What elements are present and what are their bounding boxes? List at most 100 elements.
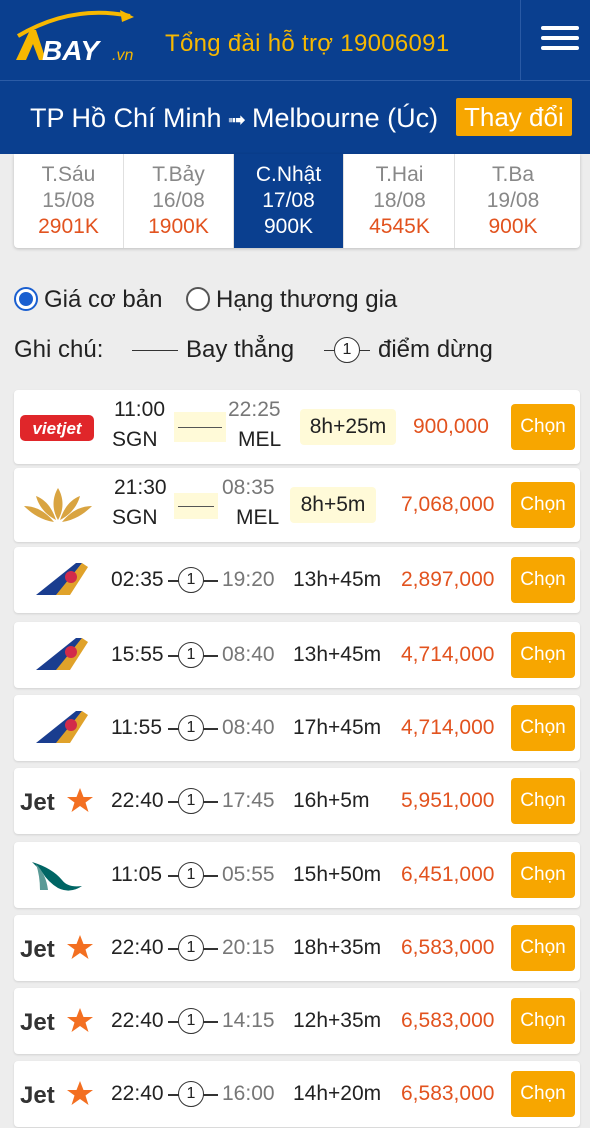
departure-time: 22:40 <box>111 1082 164 1105</box>
departure-time: 22:40 <box>111 789 164 812</box>
price: 6,583,000 <box>401 1009 495 1032</box>
svg-text:BAY: BAY <box>42 35 101 66</box>
arrow-right-icon: ➟ <box>227 107 247 132</box>
select-flight-button[interactable]: Chọn <box>511 1071 575 1117</box>
arrival-time: 19:20 <box>222 568 275 591</box>
svg-text:Jet: Jet <box>20 1009 55 1036</box>
date-tab-date: 16/08 <box>152 189 205 212</box>
cathay-pacific-logo <box>18 850 98 900</box>
radio-business-fare[interactable] <box>186 287 210 311</box>
price: 7,068,000 <box>401 493 495 516</box>
legend-direct: Bay thẳng <box>186 336 295 363</box>
route-text: TP Hồ Chí Minh ➟ Melbourne (Úc) <box>30 103 438 134</box>
duration: 8h+25m <box>300 409 396 445</box>
select-flight-button[interactable]: Chọn <box>511 482 575 528</box>
flight-row[interactable]: Jet 22:40 1 16:00 14h+20m 6,583,000 Chọn <box>14 1061 580 1127</box>
fare-options: Giá cơ bản Hạng thương gia <box>14 284 574 318</box>
select-flight-button[interactable]: Chọn <box>511 404 575 450</box>
select-flight-button[interactable]: Chọn <box>511 778 575 824</box>
flight-row[interactable]: 02:35 1 19:20 13h+45m 2,897,000 Chọn <box>14 547 580 613</box>
hamburger-icon[interactable] <box>520 0 590 80</box>
duration: 15h+50m <box>293 863 382 886</box>
route-destination: Melbourne (Úc) <box>252 103 439 133</box>
arrival-time: 08:35 <box>222 476 275 499</box>
stop-icon: 1 <box>168 788 218 814</box>
stop-icon: 1 <box>168 567 218 593</box>
flight-row[interactable]: 21:30 SGN 08:35 MEL 8h+5m 7,068,000 Chọn <box>14 468 580 542</box>
select-flight-button[interactable]: Chọn <box>511 632 575 678</box>
duration: 18h+35m <box>293 936 382 959</box>
legend-stop: điểm dừng <box>378 336 493 363</box>
select-flight-button[interactable]: Chọn <box>511 557 575 603</box>
flight-row[interactable]: 11:55 1 08:40 17h+45m 4,714,000 Chọn <box>14 695 580 761</box>
price: 4,714,000 <box>401 643 495 666</box>
departure-time: 11:05 <box>111 863 162 886</box>
stop-icon: 1 <box>168 862 218 888</box>
stop-icon: 1 <box>168 935 218 961</box>
price: 4,714,000 <box>401 716 495 739</box>
arrival-time: 08:40 <box>222 716 275 739</box>
abay-logo[interactable]: BAY .vn <box>12 8 142 66</box>
select-flight-button[interactable]: Chọn <box>511 852 575 898</box>
date-tab[interactable]: T.Ba 19/08 900K <box>455 154 571 248</box>
date-tab-price: 900K <box>263 215 314 238</box>
date-tab-price: 4545K <box>369 215 430 238</box>
china-airlines-logo <box>18 555 98 605</box>
date-tab[interactable]: C.Nhật 17/08 900K <box>234 154 344 248</box>
date-tab[interactable]: T.Bảy 16/08 1900K <box>124 154 234 248</box>
arrival-time: 20:15 <box>222 936 275 959</box>
duration: 12h+35m <box>293 1009 382 1032</box>
jetstar-logo: Jet <box>18 1069 98 1119</box>
date-tab[interactable]: T.Hai 18/08 4545K <box>345 154 455 248</box>
jetstar-logo: Jet <box>18 776 98 826</box>
direct-line-icon <box>174 412 226 442</box>
date-tab-day: T.Hai <box>375 163 424 186</box>
duration: 13h+45m <box>293 568 382 591</box>
select-flight-button[interactable]: Chọn <box>511 998 575 1044</box>
flight-row[interactable]: 15:55 1 08:40 13h+45m 4,714,000 Chọn <box>14 622 580 688</box>
departure-time: 11:55 <box>111 716 162 739</box>
price: 2,897,000 <box>401 568 495 591</box>
duration: 16h+5m <box>293 789 370 812</box>
flight-row[interactable]: Jet 22:40 1 14:15 12h+35m 6,583,000 Chọn <box>14 988 580 1054</box>
flight-row[interactable]: 11:05 1 05:55 15h+50m 6,451,000 Chọn <box>14 842 580 908</box>
price: 5,951,000 <box>401 789 495 812</box>
stop-icon: 1 <box>324 335 370 363</box>
price: 900,000 <box>413 415 489 438</box>
basic-fare-label[interactable]: Giá cơ bản <box>44 286 162 314</box>
direct-line-icon <box>174 493 218 519</box>
arrival-time: 05:55 <box>222 863 275 886</box>
select-flight-button[interactable]: Chọn <box>511 705 575 751</box>
departure-time: 22:40 <box>111 936 164 959</box>
stop-icon: 1 <box>168 715 218 741</box>
date-selector: T.Sáu 15/08 2901K T.Bảy 16/08 1900K C.Nhật 17/0… <box>14 154 580 248</box>
svg-text:.vn: .vn <box>112 47 133 64</box>
hotline-text[interactable]: Tổng đài hỗ trợ 19006091 <box>165 30 449 58</box>
svg-text:Jet: Jet <box>20 936 55 963</box>
date-tab-price: 2901K <box>38 215 99 238</box>
route-origin: TP Hồ Chí Minh <box>30 103 222 133</box>
departure-time: 15:55 <box>111 643 164 666</box>
flight-row[interactable]: vietjet 11:00 SGN 22:25 MEL 8h+25m 900,000 Chọn <box>14 390 580 464</box>
origin-code: SGN <box>112 506 158 529</box>
flight-row[interactable]: Jet 22:40 1 20:15 18h+35m 6,583,000 Chọn <box>14 915 580 981</box>
date-tab-day: T.Sáu <box>41 163 96 186</box>
date-tab-date: 19/08 <box>486 189 540 212</box>
arrival-time: 17:45 <box>222 789 275 812</box>
change-route-button[interactable]: Thay đổi <box>456 98 572 136</box>
svg-text:Jet: Jet <box>20 1082 55 1109</box>
date-tab-date: 17/08 <box>262 189 315 212</box>
top-bar: BAY .vn Tổng đài hỗ trợ 19006091 <box>0 0 590 80</box>
svg-text:Jet: Jet <box>20 789 55 816</box>
price: 6,451,000 <box>401 863 495 886</box>
select-flight-button[interactable]: Chọn <box>511 925 575 971</box>
date-tab[interactable]: T.Sáu 15/08 2901K <box>14 154 124 248</box>
flight-row[interactable]: Jet 22:40 1 17:45 16h+5m 5,951,000 Chọn <box>14 768 580 834</box>
business-fare-label[interactable]: Hạng thương gia <box>216 286 397 314</box>
price: 6,583,000 <box>401 936 495 959</box>
duration: 14h+20m <box>293 1082 382 1105</box>
radio-basic-fare[interactable] <box>14 287 38 311</box>
china-airlines-logo <box>18 630 98 680</box>
destination-code: MEL <box>238 428 282 451</box>
china-airlines-logo <box>18 703 98 753</box>
